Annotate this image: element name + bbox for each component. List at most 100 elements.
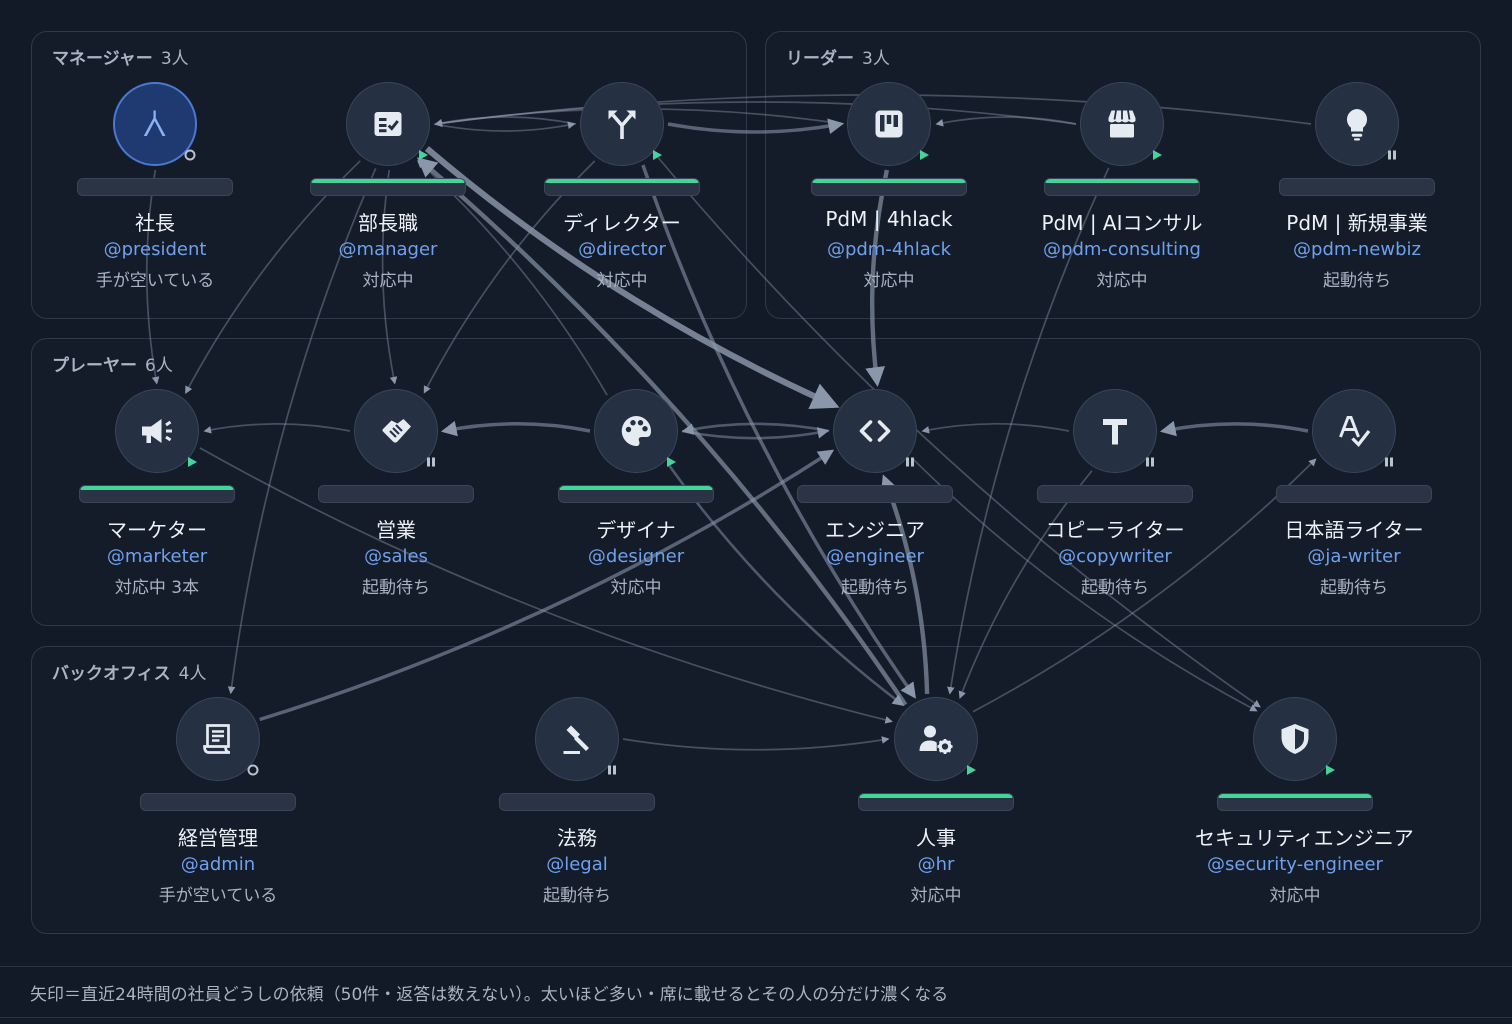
person-icon xyxy=(137,106,173,142)
fork-arrows-icon xyxy=(604,106,640,142)
checklist-icon xyxy=(370,106,406,142)
node-handle[interactable]: @ja-writer xyxy=(1254,546,1454,567)
node-status: 起動待ち xyxy=(1081,578,1149,598)
activity-bar xyxy=(1037,485,1193,503)
activity-bar xyxy=(79,485,235,503)
section-title: プレーヤー 6人 xyxy=(52,356,173,376)
storefront-icon xyxy=(1104,106,1140,142)
activity-bar xyxy=(811,178,967,196)
node-name: 人事 xyxy=(916,826,956,850)
activity-bar xyxy=(1217,793,1373,811)
node-handle[interactable]: @legal xyxy=(477,854,677,875)
node-handle[interactable]: @pdm-newbiz xyxy=(1257,239,1457,260)
node-name: 部長職 xyxy=(358,211,418,235)
pause-icon xyxy=(422,453,440,471)
megaphone-icon xyxy=(139,413,175,449)
node-status: 起動待ち xyxy=(362,578,430,598)
node-status: 起動待ち xyxy=(841,578,909,598)
receipt-icon xyxy=(200,721,236,757)
kanban-icon xyxy=(871,106,907,142)
node-status: 対応中 xyxy=(910,886,962,906)
node-handle[interactable]: @manager xyxy=(288,239,488,260)
activity-bar xyxy=(1279,178,1435,196)
play-icon xyxy=(915,146,933,164)
node-status: 起動待ち xyxy=(543,886,611,906)
node-status: 手が空いている xyxy=(158,886,278,906)
play-icon xyxy=(1321,761,1339,779)
node-status: 対応中 xyxy=(596,271,648,291)
node-handle[interactable]: @president xyxy=(55,239,255,260)
node-handle[interactable]: @sales xyxy=(296,546,496,567)
node-name: セキュリティエンジニア xyxy=(1195,826,1414,850)
handshake-icon xyxy=(378,413,414,449)
pause-icon xyxy=(901,453,919,471)
node-handle[interactable]: @designer xyxy=(536,546,736,567)
node-handle[interactable]: @hr xyxy=(836,854,1036,875)
spellcheck-icon xyxy=(1336,413,1372,449)
node-status: 対応中 3本 xyxy=(114,578,200,598)
play-icon xyxy=(648,146,666,164)
node-name: PdM | AIコンサル xyxy=(1041,211,1203,235)
code-icon xyxy=(857,413,893,449)
activity-bar xyxy=(499,793,655,811)
node-handle[interactable]: @engineer xyxy=(775,546,975,567)
node-handle[interactable]: @admin xyxy=(118,854,318,875)
node-name: エンジニア xyxy=(825,518,925,542)
play-icon xyxy=(414,146,432,164)
node-status: 対応中 xyxy=(362,271,414,291)
node-handle[interactable]: @security-engineer xyxy=(1195,854,1395,875)
node-handle[interactable]: @director xyxy=(522,239,722,260)
node-name: ディレクター xyxy=(563,211,681,235)
node-name: 営業 xyxy=(376,518,416,542)
node-name: デザイナ xyxy=(596,518,676,542)
play-icon xyxy=(662,453,680,471)
node-status: 対応中 xyxy=(610,578,662,598)
node-handle[interactable]: @pdm-4hlack xyxy=(789,239,989,260)
node-name: 法務 xyxy=(557,826,597,850)
legend-footer: 矢印＝直近24時間の社員どうしの依頼（50件・返答は数えない）。太いほど多い・席… xyxy=(0,966,1512,1018)
activity-bar xyxy=(797,485,953,503)
pause-icon xyxy=(1141,453,1159,471)
activity-bar xyxy=(1044,178,1200,196)
play-icon xyxy=(183,453,201,471)
play-icon xyxy=(962,761,980,779)
node-status: 起動待ち xyxy=(1323,271,1391,291)
node-status: 手が空いている xyxy=(95,271,215,291)
node-handle[interactable]: @pdm-consulting xyxy=(1022,239,1222,260)
text-icon xyxy=(1097,413,1133,449)
activity-bar xyxy=(544,178,700,196)
activity-bar xyxy=(558,485,714,503)
node-status: 対応中 xyxy=(863,271,915,291)
palette-icon xyxy=(618,413,654,449)
section-title: マネージャー 3人 xyxy=(52,49,189,69)
play-icon xyxy=(1148,146,1166,164)
node-name: マーケター xyxy=(107,518,207,542)
node-status: 対応中 xyxy=(1096,271,1148,291)
activity-bar xyxy=(318,485,474,503)
gavel-icon xyxy=(559,721,595,757)
node-status: 起動待ち xyxy=(1320,578,1388,598)
idle-icon xyxy=(244,761,262,779)
pause-icon xyxy=(603,761,621,779)
section-title: バックオフィス 4人 xyxy=(52,664,207,684)
node-handle[interactable]: @marketer xyxy=(57,546,257,567)
node-name: PdM | 4hlack xyxy=(825,207,953,231)
node-handle[interactable]: @copywriter xyxy=(1015,546,1215,567)
idle-icon xyxy=(181,146,199,164)
person-gear-icon xyxy=(918,721,954,757)
pause-icon xyxy=(1380,453,1398,471)
activity-bar xyxy=(140,793,296,811)
node-status: 対応中 xyxy=(1269,886,1321,906)
lightbulb-icon xyxy=(1339,106,1375,142)
node-name: 社長 xyxy=(135,211,175,235)
activity-bar xyxy=(77,178,233,196)
node-name: 経営管理 xyxy=(178,826,258,850)
node-name: コピーライター xyxy=(1045,518,1185,542)
node-name: PdM | 新規事業 xyxy=(1286,211,1428,235)
node-name: 日本語ライター xyxy=(1284,518,1424,542)
pause-icon xyxy=(1383,146,1401,164)
shield-icon xyxy=(1277,721,1313,757)
legend-note: 矢印＝直近24時間の社員どうしの依頼（50件・返答は数えない）。太いほど多い・席… xyxy=(30,985,949,1005)
activity-bar xyxy=(310,178,466,196)
activity-bar xyxy=(1276,485,1432,503)
